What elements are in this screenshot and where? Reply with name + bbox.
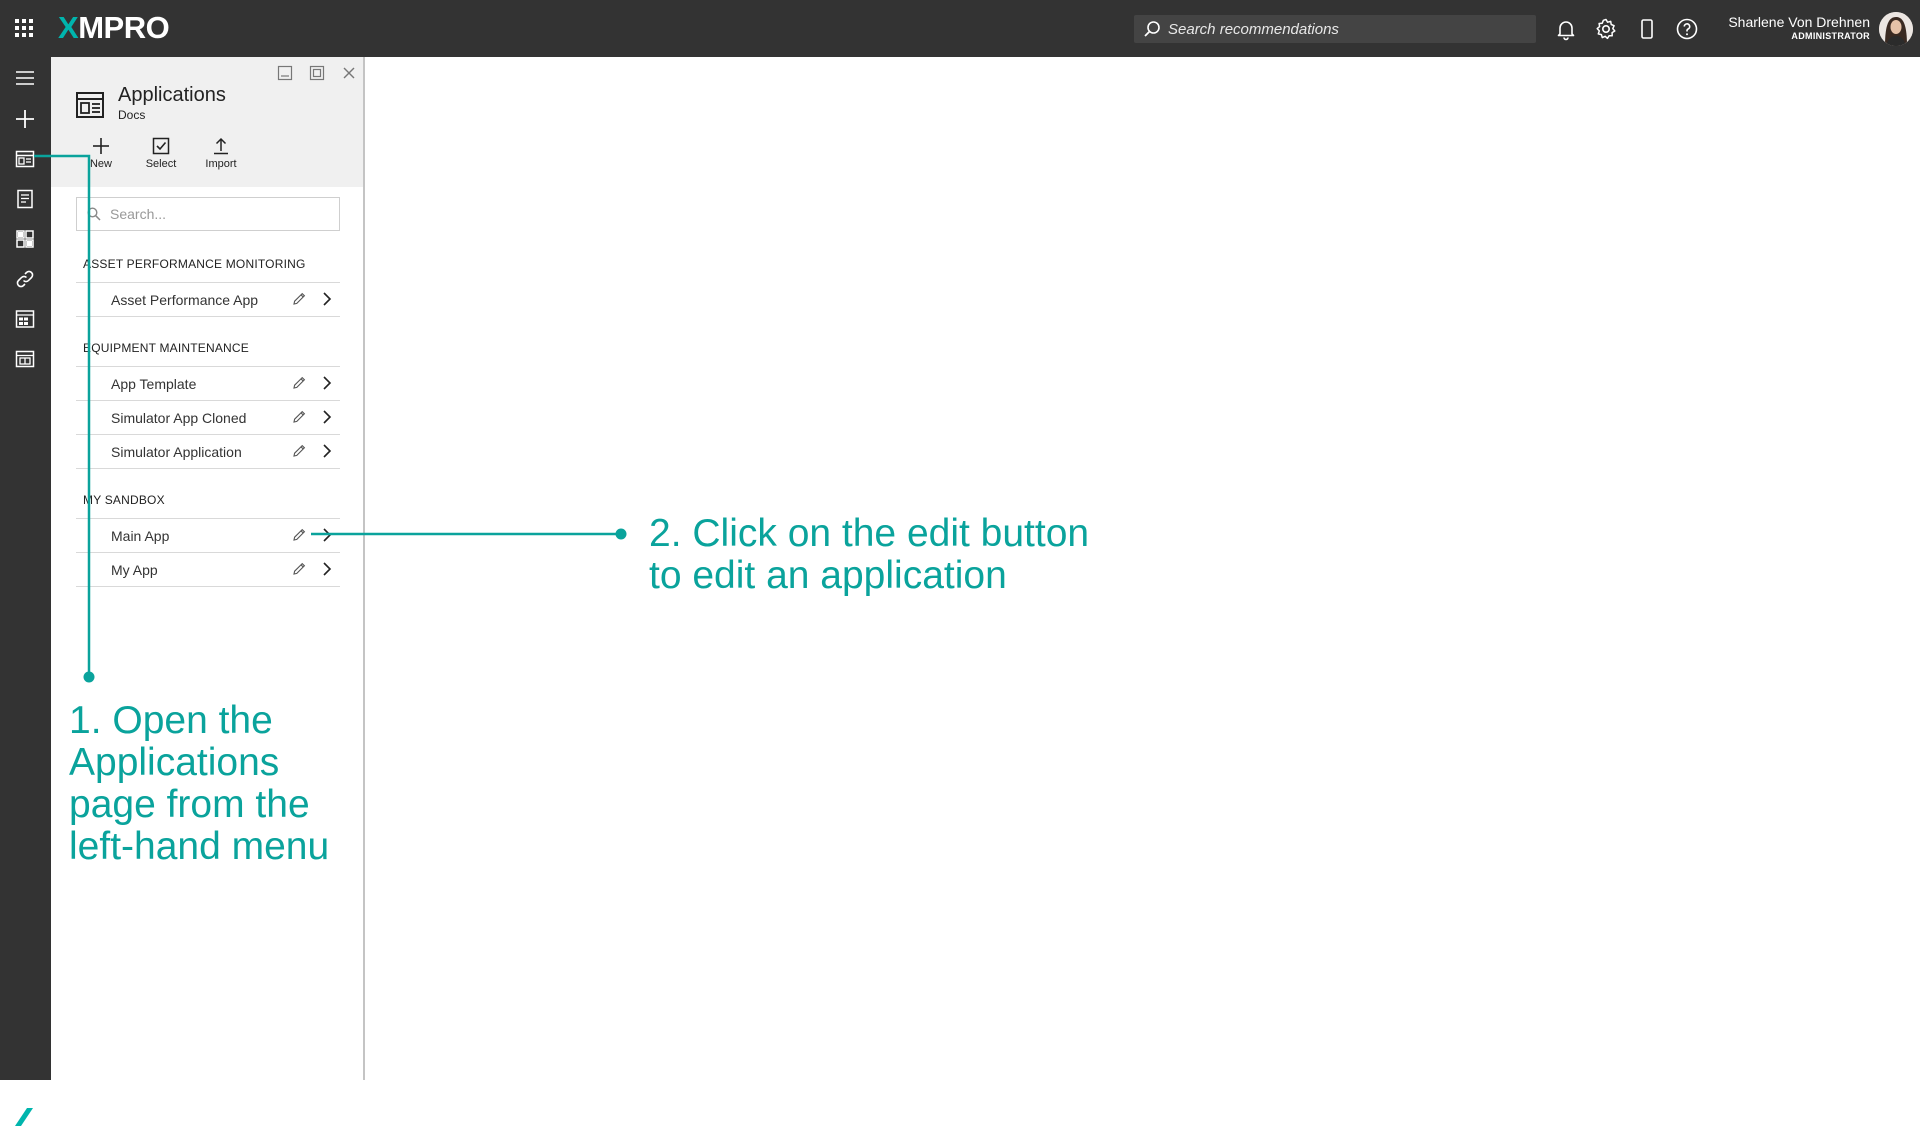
blade-header: Applications Docs New Select Import <box>51 57 363 187</box>
chevron-right-icon[interactable] <box>319 443 335 459</box>
list-item-app-template[interactable]: App Template <box>76 366 340 400</box>
applications-icon[interactable] <box>13 147 37 171</box>
dashboard-icon[interactable] <box>13 227 37 251</box>
user-info[interactable]: Sharlene Von Drehnen ADMINISTRATOR <box>1728 14 1870 42</box>
chevron-right-icon[interactable] <box>319 291 335 307</box>
logo-text: MPRO <box>78 10 170 45</box>
recommendations-icon[interactable] <box>13 187 37 211</box>
annotation-1-line: 1. Open the <box>69 699 273 742</box>
chevron-right-icon[interactable] <box>319 375 335 391</box>
list-item-simulator-app-cloned[interactable]: Simulator App Cloned <box>76 400 340 434</box>
group-heading-asset-performance-monitoring: ASSET PERFORMANCE MONITORING <box>83 257 306 271</box>
pencil-icon[interactable] <box>291 527 307 543</box>
pencil-icon[interactable] <box>291 291 307 307</box>
annotation-step-2: 2. Click on the edit button to edit an a… <box>649 513 1249 597</box>
app-search[interactable] <box>76 197 340 231</box>
new-label: New <box>89 158 112 170</box>
chevron-right-icon[interactable] <box>319 409 335 425</box>
new-button[interactable]: New <box>71 137 131 181</box>
item-label: Main App <box>111 528 170 544</box>
chevron-right-icon[interactable] <box>319 561 335 577</box>
import-label: Import <box>205 158 237 170</box>
annotation-1-line: left-hand menu <box>69 825 330 868</box>
list-item-asset-performance-app[interactable]: Asset Performance App <box>76 282 340 317</box>
pencil-icon[interactable] <box>291 409 307 425</box>
maximize-icon[interactable] <box>309 65 325 81</box>
help-icon[interactable] <box>1675 17 1699 41</box>
list-item-main-app[interactable]: Main App <box>76 518 340 552</box>
annotation-2-line: to edit an application <box>649 554 1007 597</box>
chevron-right-icon[interactable] <box>319 527 335 543</box>
close-icon[interactable] <box>341 65 357 81</box>
minimize-icon[interactable] <box>277 65 293 81</box>
blade-subtitle: Docs <box>118 108 146 122</box>
gear-icon[interactable] <box>1594 17 1618 41</box>
data-stream-icon[interactable] <box>13 307 37 331</box>
item-label: Simulator Application <box>111 444 242 460</box>
upload-icon <box>214 137 228 155</box>
item-label: App Template <box>111 376 197 392</box>
search-icon <box>87 207 101 221</box>
import-button[interactable]: Import <box>191 137 251 181</box>
checkbox-icon <box>152 137 170 155</box>
integration-icon[interactable] <box>13 347 37 371</box>
xmpro-logo[interactable]: XMPRO <box>58 10 170 45</box>
recommendation-search-input[interactable] <box>1168 15 1528 43</box>
search-icon <box>1144 21 1160 37</box>
left-rail <box>0 57 51 1126</box>
list-item-simulator-application[interactable]: Simulator Application <box>76 434 340 469</box>
bell-icon[interactable] <box>1554 17 1578 41</box>
logo-x: X <box>58 10 79 45</box>
annotation-2-line: 2. Click on the edit button <box>649 512 1090 555</box>
blade-title: Applications <box>118 84 226 106</box>
app-search-input[interactable] <box>110 198 330 230</box>
user-role: ADMINISTRATOR <box>1791 31 1870 41</box>
group-heading-my-sandbox: MY SANDBOX <box>83 493 165 507</box>
select-label: Select <box>145 158 177 170</box>
avatar-image <box>1879 12 1913 46</box>
item-label: Asset Performance App <box>111 292 259 308</box>
menu-icon[interactable] <box>13 66 37 90</box>
top-bar: XMPRO Sharlene Von Drehnen ADMINISTRATOR <box>0 0 1920 57</box>
item-label: Simulator App Cloned <box>111 410 247 426</box>
apps-grid-icon[interactable] <box>13 17 35 39</box>
select-button[interactable]: Select <box>131 137 191 181</box>
user-name: Sharlene Von Drehnen <box>1728 14 1870 30</box>
list-item-my-app[interactable]: My App <box>76 552 340 587</box>
annotation-1-line: Applications <box>69 741 280 784</box>
group-heading-equipment-maintenance: EQUIPMENT MAINTENANCE <box>83 341 249 355</box>
annotation-step-1: 1. Open the Applications page from the l… <box>69 700 399 868</box>
mobile-icon[interactable] <box>1635 17 1659 41</box>
applications-icon <box>76 92 104 118</box>
item-label: My App <box>111 562 158 578</box>
link-icon[interactable] <box>13 267 37 291</box>
recommendation-search[interactable] <box>1134 15 1536 43</box>
add-icon[interactable] <box>13 107 37 131</box>
annotation-2-dot <box>615 528 627 540</box>
applications-blade: Applications Docs New Select Import Sear… <box>51 57 365 1080</box>
xmpro-x-logo[interactable] <box>12 1106 36 1128</box>
pencil-icon[interactable] <box>291 561 307 577</box>
pencil-icon[interactable] <box>291 443 307 459</box>
pencil-icon[interactable] <box>291 375 307 391</box>
annotation-1-line: page from the <box>69 783 310 826</box>
avatar[interactable] <box>1879 12 1913 46</box>
plus-icon <box>93 138 109 154</box>
